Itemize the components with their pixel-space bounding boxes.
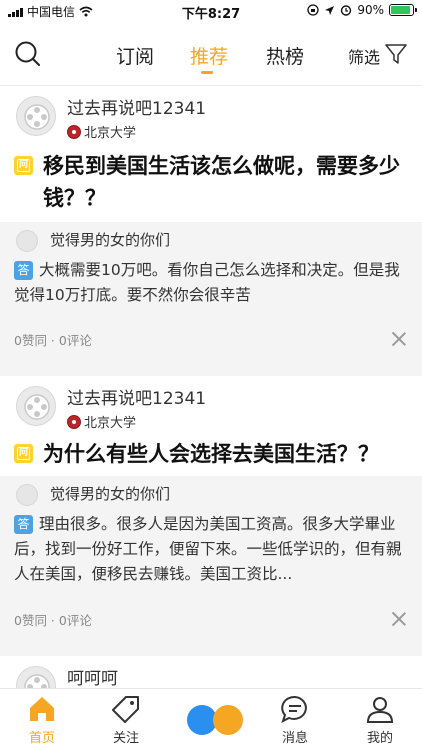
top-nav: 订阅 推荐 热榜 筛选: [0, 22, 422, 86]
status-right: 90%: [307, 3, 417, 17]
tab-hot-list[interactable]: 热榜: [266, 42, 304, 69]
bottom-tab-bar: 首页 关注 消息 我的: [0, 688, 422, 750]
answer-text[interactable]: 答理由很多。很多人是因为美国工资高。很多大学畢业后，找到一份好工作，便留下來。一…: [14, 512, 408, 587]
answer-content: 理由很多。很多人是因为美国工资高。很多大学畢业后，找到一份好工作，便留下來。一些…: [14, 515, 402, 583]
answer-author[interactable]: 觉得男的女的你们: [50, 229, 170, 250]
bottom-tab-messages[interactable]: 消息: [253, 689, 337, 750]
active-tab-indicator: [201, 71, 213, 74]
school-tag: 北京大学: [67, 122, 136, 141]
answer-avatar: [16, 484, 38, 506]
feed-card[interactable]: 过去再说吧12341 北京大学 问 移民到美国生活该怎么做呢，需要多少钱？？ 觉…: [0, 86, 422, 356]
avatar[interactable]: [16, 386, 56, 426]
filter-icon[interactable]: [384, 42, 408, 66]
question-text[interactable]: 为什么有些人会选择去美国生活？？: [14, 438, 414, 470]
bottom-tab-label: 我的: [366, 731, 393, 746]
publish-button[interactable]: [186, 704, 246, 736]
bottom-tab-home[interactable]: 首页: [0, 689, 84, 750]
answer-author[interactable]: 觉得男的女的你们: [50, 483, 170, 504]
answer-badge: 答: [14, 515, 33, 534]
bottom-tab-me[interactable]: 我的: [338, 689, 422, 750]
tab-subscribe[interactable]: 订阅: [116, 42, 154, 69]
avatar[interactable]: [16, 96, 56, 136]
battery-percent: 90%: [357, 3, 384, 17]
close-icon[interactable]: [392, 612, 406, 626]
author-name[interactable]: 过去再说吧12341: [67, 94, 206, 119]
answer-avatar: [16, 230, 38, 252]
answer-preview[interactable]: 觉得男的女的你们 答理由很多。很多人是因为美国工资高。很多大学畢业后，找到一份好…: [0, 476, 422, 636]
bottom-tab-follow[interactable]: 关注: [84, 689, 168, 750]
question-title[interactable]: 问 为什么有些人会选择去美国生活？？: [14, 438, 414, 470]
user-icon: [366, 697, 394, 723]
school-logo-icon: [67, 414, 81, 429]
answer-badge: 答: [14, 261, 33, 280]
vote-comment-count: 0赞同 · 0评论: [14, 613, 92, 628]
home-icon: [30, 697, 54, 721]
film-reel-icon: [24, 394, 50, 420]
alarm-icon: [341, 5, 352, 16]
school-name: 北京大学: [84, 126, 137, 141]
filter-button[interactable]: 筛选: [348, 44, 380, 68]
school-tag: 北京大学: [67, 412, 136, 431]
bottom-tab-label: 首页: [28, 731, 55, 746]
location-icon: [325, 5, 335, 15]
tag-icon: [112, 696, 139, 723]
question-badge: 问: [14, 156, 33, 175]
orientation-lock-icon: [307, 4, 319, 16]
feed-card[interactable]: 过去再说吧12341 北京大学 问 为什么有些人会选择去美国生活？？ 觉得男的女…: [0, 376, 422, 636]
question-title[interactable]: 问 移民到美国生活该怎么做呢，需要多少钱？？: [14, 150, 408, 214]
author-name[interactable]: 呵呵呵: [67, 664, 118, 689]
vote-comment-count: 0赞同 · 0评论: [14, 333, 92, 348]
answer-content: 大概需要10万吧。看你自己怎么选择和决定。但是我觉得10万打底。要不然你会很辛苦: [14, 261, 400, 304]
question-text[interactable]: 移民到美国生活该怎么做呢，需要多少钱？？: [14, 150, 408, 214]
tab-recommend[interactable]: 推荐: [190, 42, 228, 69]
close-icon[interactable]: [392, 332, 406, 346]
answer-text[interactable]: 答大概需要10万吧。看你自己怎么选择和决定。但是我觉得10万打底。要不然你会很辛…: [14, 258, 408, 308]
school-name: 北京大学: [84, 416, 137, 431]
bottom-tab-label: 消息: [281, 731, 308, 746]
battery-icon: [389, 4, 417, 16]
bottom-tab-label: 关注: [112, 731, 139, 746]
film-reel-icon: [24, 104, 50, 130]
question-badge: 问: [14, 444, 33, 463]
author-name[interactable]: 过去再说吧12341: [67, 384, 206, 409]
search-icon[interactable]: [14, 40, 42, 68]
status-bar: 中国电信 下午8:27 90%: [0, 0, 422, 22]
answer-preview[interactable]: 觉得男的女的你们 答大概需要10万吧。看你自己怎么选择和决定。但是我觉得10万打…: [0, 222, 422, 356]
chat-bubble-icon: [281, 695, 307, 723]
school-logo-icon: [67, 124, 81, 139]
